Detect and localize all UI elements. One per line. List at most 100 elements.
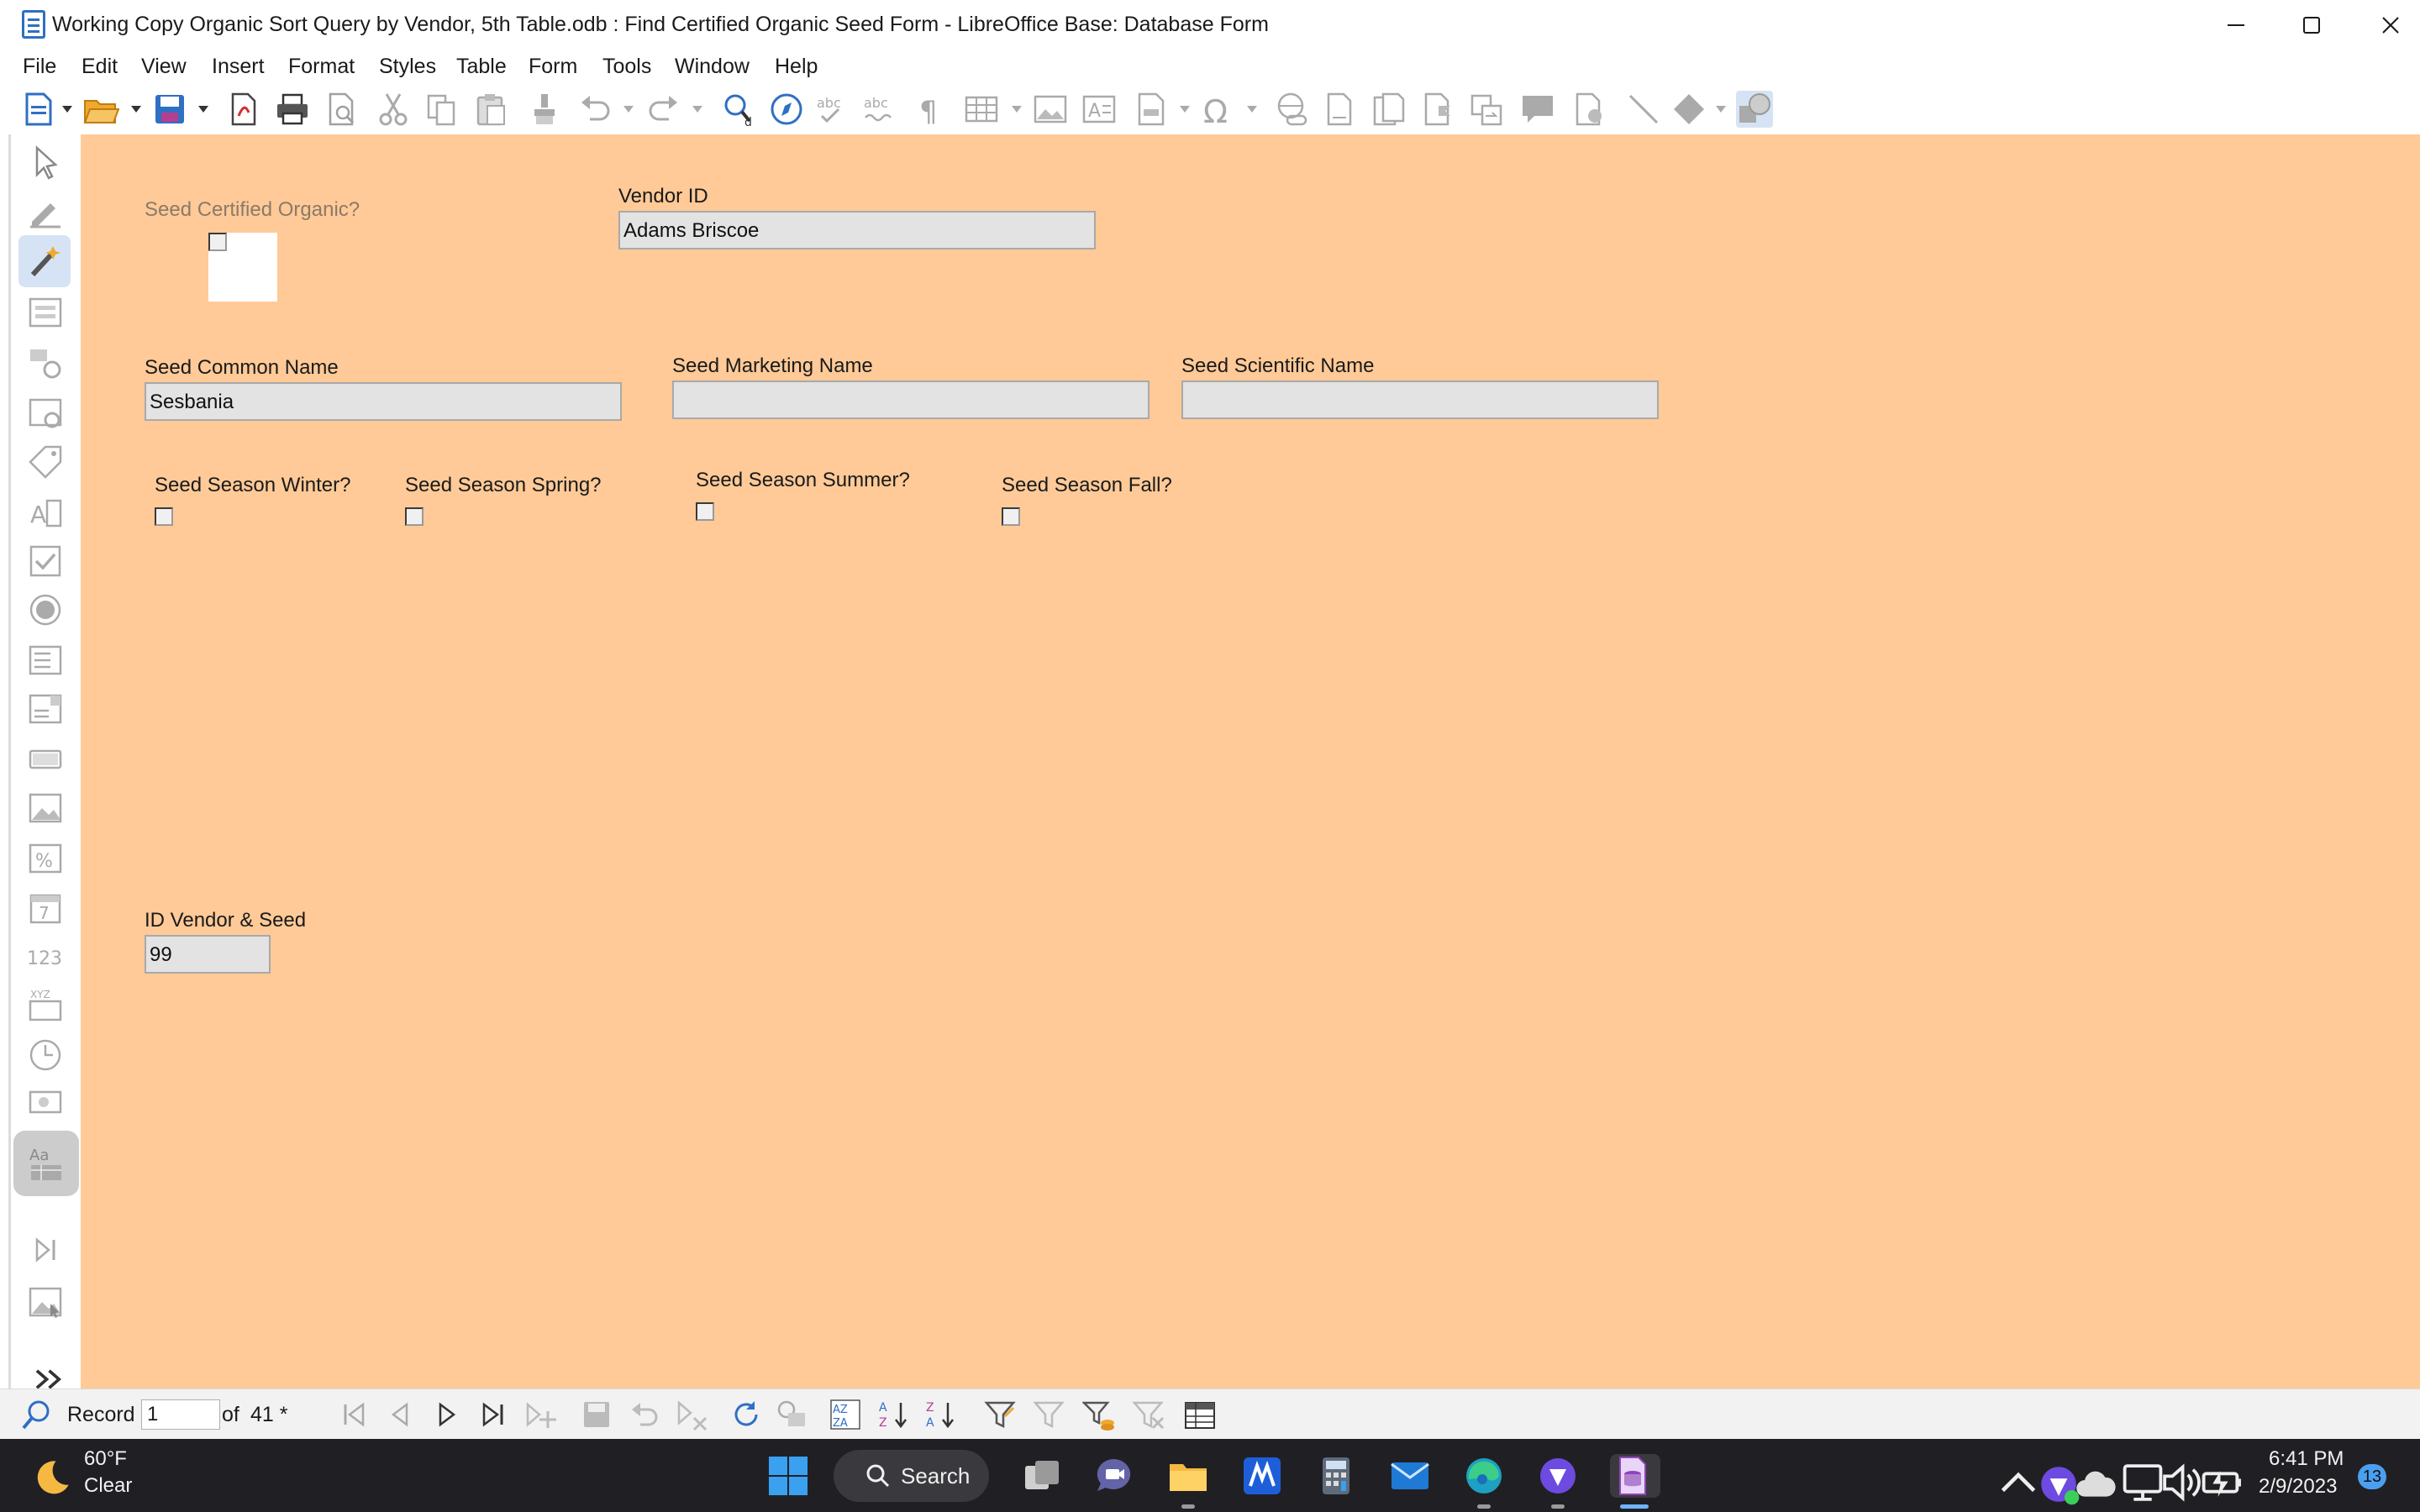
insert-cross-reference-button[interactable] (1467, 91, 1504, 128)
file-selection-button[interactable] (27, 1084, 64, 1121)
next-record-button[interactable] (430, 1398, 464, 1431)
insert-bookmark-button[interactable] (1418, 91, 1455, 128)
menu-insert[interactable]: Insert (212, 55, 265, 79)
save-button[interactable] (151, 91, 188, 128)
time-field-button[interactable] (27, 1037, 64, 1074)
app-button-m[interactable] (1240, 1454, 1284, 1498)
sort-ascending-button[interactable]: AZ (877, 1398, 911, 1431)
menu-styles[interactable]: Styles (379, 55, 436, 79)
reset-filter-button[interactable] (1131, 1398, 1165, 1431)
volume-tray-icon[interactable] (2160, 1461, 2201, 1502)
insert-text-box-button[interactable]: A (1081, 91, 1118, 128)
insert-endnote-button[interactable] (1370, 91, 1407, 128)
chevron-down-icon[interactable] (623, 106, 634, 113)
seed-marketing-name-field[interactable] (672, 381, 1150, 419)
close-button[interactable] (2353, 0, 2420, 50)
paste-button[interactable] (472, 91, 509, 128)
select-tool-button[interactable] (27, 144, 64, 181)
menu-tools[interactable]: Tools (602, 55, 651, 79)
menu-form[interactable]: Form (529, 55, 577, 79)
print-preview-button[interactable] (323, 91, 360, 128)
insert-special-character-button[interactable]: Ω (1200, 91, 1237, 130)
menu-file[interactable]: File (23, 55, 56, 79)
activation-order-button[interactable] (27, 444, 64, 480)
control-wizards-button[interactable] (18, 235, 71, 287)
control-properties-button[interactable] (27, 344, 64, 381)
design-mode-button[interactable] (27, 193, 64, 230)
menu-help[interactable]: Help (775, 55, 818, 79)
first-record-button[interactable] (338, 1398, 371, 1431)
insert-line-button[interactable] (1625, 91, 1662, 128)
chevron-down-icon[interactable] (131, 106, 141, 113)
seed-certified-organic-checkbox[interactable] (208, 233, 227, 251)
sort-button[interactable]: AZ ZA (829, 1398, 862, 1431)
chevron-down-icon[interactable] (1247, 106, 1257, 113)
new-document-button[interactable] (20, 91, 57, 128)
record-number-input[interactable]: 1 (141, 1399, 220, 1430)
menu-window[interactable]: Window (675, 55, 750, 79)
refresh-button[interactable] (729, 1398, 763, 1431)
mail-button[interactable] (1388, 1454, 1432, 1498)
push-button-button[interactable] (27, 741, 64, 778)
seed-season-spring-checkbox[interactable] (405, 507, 424, 526)
menu-format[interactable]: Format (288, 55, 355, 79)
minimize-button[interactable] (2198, 0, 2274, 50)
draw-functions-button[interactable] (1736, 91, 1773, 128)
open-button[interactable] (82, 91, 120, 128)
cut-button[interactable] (375, 91, 412, 128)
auto-spellcheck-button[interactable]: abc (862, 91, 899, 128)
menu-view[interactable]: View (141, 55, 187, 79)
refresh-control-button[interactable] (775, 1398, 808, 1431)
insert-image-button[interactable] (1032, 91, 1069, 128)
maximize-button[interactable] (2274, 0, 2349, 50)
apply-filter-button[interactable] (1032, 1398, 1065, 1431)
pattern-field-button[interactable]: XYZ (27, 986, 64, 1023)
seed-scientific-name-field[interactable] (1181, 381, 1659, 419)
clone-formatting-button[interactable] (526, 91, 563, 128)
id-vendor-seed-field[interactable]: 99 (145, 935, 271, 974)
vendor-id-field[interactable]: Adams Briscoe (618, 211, 1096, 249)
calculator-button[interactable] (1314, 1454, 1358, 1498)
navigator-button[interactable] (768, 91, 805, 128)
print-button[interactable] (274, 91, 311, 128)
check-box-button[interactable] (27, 543, 64, 580)
taskbar-search[interactable]: Search (834, 1450, 989, 1502)
insert-footnote-button[interactable] (1321, 91, 1358, 128)
menu-table[interactable]: Table (456, 55, 507, 79)
libreoffice-base-button[interactable] (1610, 1454, 1660, 1498)
notification-badge[interactable]: 13 (2358, 1464, 2386, 1489)
clock-time[interactable]: 6:41 PM (2269, 1447, 2344, 1471)
chevron-down-icon[interactable] (1180, 106, 1190, 113)
vpn-tray-icon[interactable] (2037, 1462, 2080, 1505)
basic-shapes-button[interactable] (1670, 91, 1707, 128)
start-button[interactable] (766, 1454, 810, 1498)
undo-record-button[interactable] (629, 1398, 662, 1431)
form-design-button[interactable] (27, 294, 64, 331)
navigation-bar-button[interactable] (27, 1231, 64, 1268)
numerical-field-button[interactable]: 123 (27, 937, 64, 974)
save-record-button[interactable] (580, 1398, 613, 1431)
option-button-button[interactable] (27, 591, 64, 628)
chevron-down-icon[interactable] (692, 106, 702, 113)
find-record-button[interactable] (20, 1398, 54, 1431)
chevron-down-icon[interactable] (1012, 106, 1022, 113)
form-properties-button[interactable] (27, 395, 64, 432)
copy-button[interactable] (424, 91, 460, 128)
spelling-button[interactable]: abc (815, 91, 852, 128)
expand-toolbar-button[interactable] (32, 1361, 62, 1389)
last-record-button[interactable] (476, 1398, 509, 1431)
more-controls-button[interactable]: Aa (13, 1131, 79, 1196)
export-pdf-button[interactable] (225, 91, 262, 128)
chevron-down-icon[interactable] (1716, 106, 1726, 113)
seed-season-winter-checkbox[interactable] (155, 507, 173, 526)
vpn-app-button[interactable] (1536, 1454, 1580, 1498)
seed-common-name-field[interactable]: Sesbania (145, 382, 622, 421)
formatted-field-button[interactable]: % (27, 840, 64, 877)
list-box-button[interactable] (27, 642, 64, 679)
redo-button[interactable] (645, 91, 682, 128)
data-source-as-table-button[interactable] (1183, 1398, 1217, 1431)
undo-button[interactable] (576, 91, 613, 128)
weather-widget[interactable] (29, 1456, 69, 1496)
task-view-button[interactable] (1020, 1454, 1064, 1498)
insert-comment-button[interactable] (1519, 91, 1556, 128)
